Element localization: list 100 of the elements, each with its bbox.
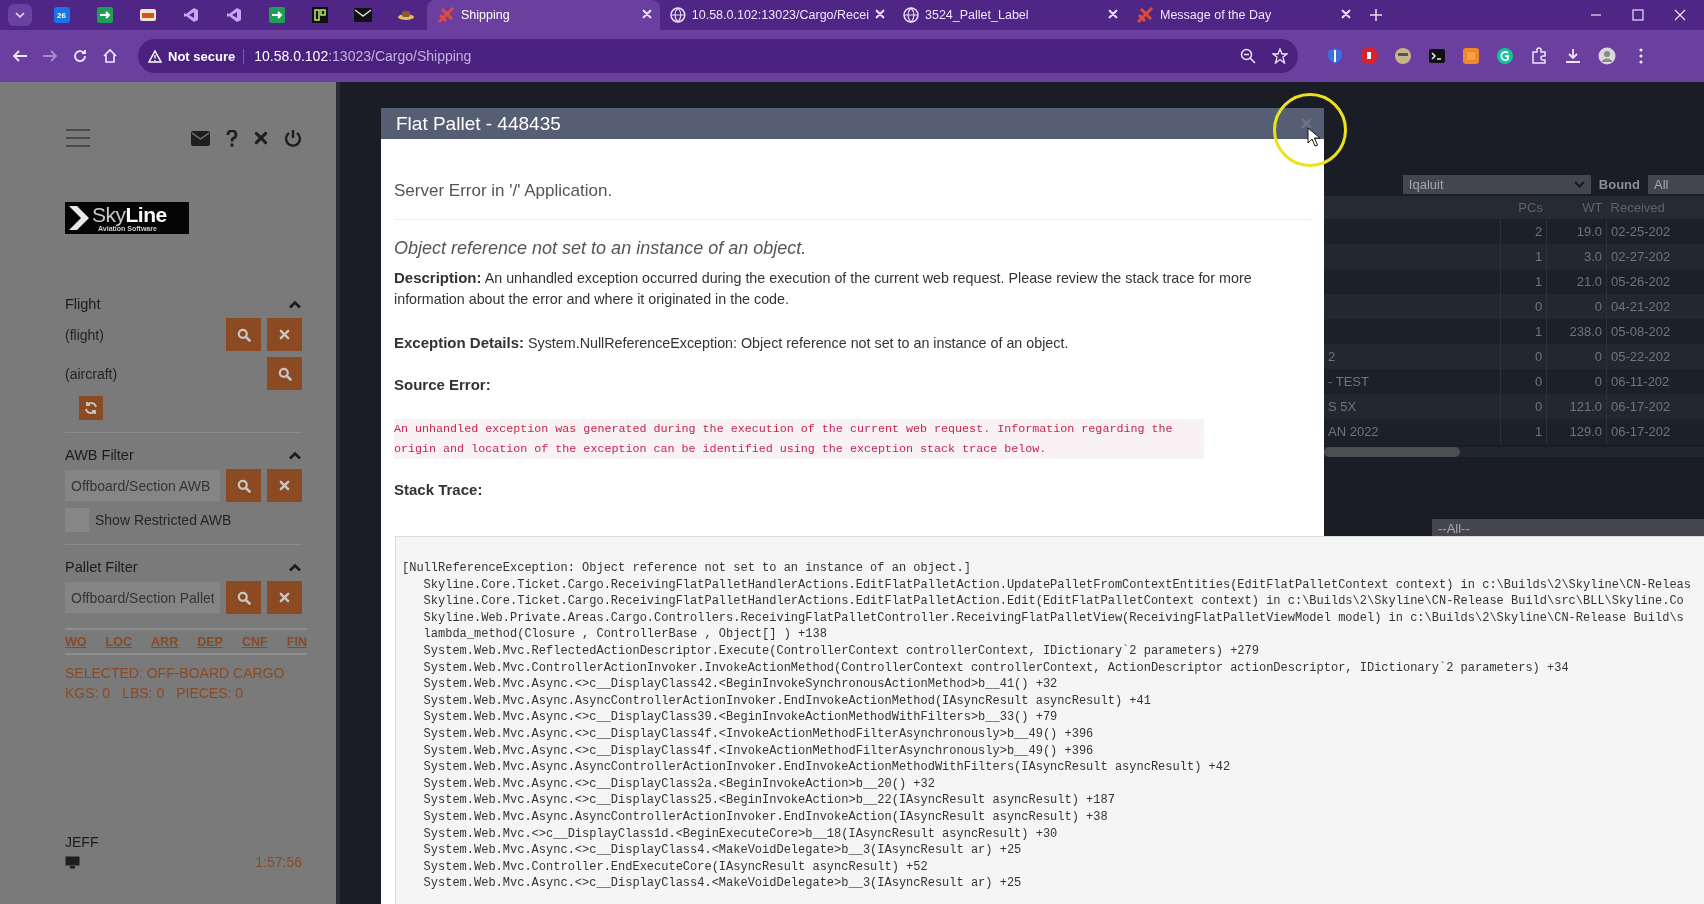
browser-tab[interactable]: 3524_Pallet_Label	[893, 0, 1126, 30]
reload-icon[interactable]	[72, 48, 88, 64]
awb-input[interactable]: Offboard/Section AWB	[65, 470, 220, 501]
browser-tab[interactable]: 10.58.0.102:13023/Cargo/Recei	[660, 0, 893, 30]
power-icon[interactable]	[284, 129, 302, 147]
star-icon[interactable]	[1272, 48, 1288, 64]
browser-tab[interactable]: Message of the Day	[1126, 0, 1359, 30]
tab-search-button[interactable]	[8, 4, 32, 26]
stop-icon[interactable]	[1360, 47, 1378, 65]
table-cell: 121.0	[1569, 399, 1603, 414]
download-icon[interactable]	[1564, 47, 1582, 65]
stack-line: System.Web.Mvc.Async.AsyncControllerActionInvoker.EndInvokeActionMethodWithFilters(IAsyncResult asyncResult) +42	[422, 759, 1232, 776]
table-cell: 1	[1535, 424, 1543, 439]
bound-select[interactable]: All	[1648, 174, 1704, 194]
home-icon[interactable]	[102, 48, 118, 64]
table-cell: 1	[1535, 274, 1543, 289]
search-icon	[277, 366, 292, 381]
station-select[interactable]: Iqaluit	[1402, 174, 1591, 194]
table-cell: 0	[1594, 299, 1603, 314]
table-cell: 05-22-202	[1611, 349, 1671, 364]
browser-tab[interactable]: Shipping	[427, 0, 660, 30]
table-cell: S 5X	[1328, 399, 1357, 414]
stack-line: System.Web.Mvc.Async.<>c__DisplayClass42.<BeginInvokeSynchronousActionMethod>b__41() +32	[422, 676, 1059, 693]
security-chip[interactable]: Not secure	[148, 48, 245, 64]
caret-icon[interactable]	[288, 450, 302, 460]
table-cell: 0	[1594, 349, 1603, 364]
total-text: KGS: 0	[65, 685, 111, 701]
search-button[interactable]	[226, 469, 261, 502]
close-icon	[1341, 9, 1351, 19]
close-icon	[642, 9, 652, 19]
error-description: Description: An unhandled exception occurred during the execution of the current web request. Please review the stack trace for more information about the error and where it originated in the code.	[394, 268, 1253, 309]
table-cell: 19.0	[1576, 224, 1603, 239]
close-icon	[279, 329, 290, 340]
maximize-icon[interactable]	[1632, 9, 1644, 21]
scrollbar[interactable]	[1324, 447, 1704, 457]
plane-icon	[1136, 6, 1154, 24]
checkbox-label: Show Restricted AWB	[95, 512, 232, 528]
puzzle-icon[interactable]	[1530, 47, 1548, 65]
close-icon[interactable]	[1674, 9, 1686, 21]
column-header[interactable]: Received	[1606, 196, 1704, 219]
monitor-icon	[65, 855, 80, 869]
stack-line: System.Web.Mvc.Async.<>c__DisplayClass4.<MakeVoidDelegate>b__3(IAsyncResult ar) +25	[422, 875, 1023, 892]
section-label: Source Error:	[394, 376, 492, 393]
grammar-icon[interactable]	[1496, 47, 1514, 65]
address-bar[interactable]: Not secure 10.58.0.102:13023/Cargo/Shipping	[138, 39, 1298, 73]
close-icon	[875, 9, 885, 19]
clear-button[interactable]	[267, 318, 302, 351]
table-cell: 02-25-202	[1611, 224, 1671, 239]
stack-line: Skyline.Core.Ticket.Cargo.ReceivingFlatPalletHandlerActions.EditFlatPalletAction.Edit(EditFlatPalletContext context) in c:\Builds\2\Skyline\CN-Release Build\src\BLL\Skyline.Co	[422, 593, 1685, 610]
studio-icon	[182, 7, 199, 23]
table-cell: - TEST	[1328, 374, 1369, 389]
stack-line: [NullReferenceException: Object reference not set to an instance of an object.]	[402, 560, 972, 577]
stack-line: System.Web.Mvc.Async.AsyncControllerActionInvoker.EndInvokeAction(IAsyncResult asyncResult) +38	[422, 808, 1109, 826]
table-cell: 1	[1535, 249, 1543, 264]
forward-icon[interactable]	[42, 48, 58, 64]
stack-line: Skyline.Web.Private.Areas.Cargo.Controllers.ReceivingFlatPalletController.ReceivingFlatPalletView(ReceivingFlatPalletViewModel model) in c:\Builds\2\Skyline\CN-Release Build\s	[422, 609, 1685, 627]
new-tab-icon[interactable]	[1369, 8, 1383, 22]
cursor-icon	[1307, 127, 1321, 147]
table-cell: 1	[1535, 324, 1543, 339]
search-icon	[236, 478, 251, 493]
globe-icon	[903, 7, 919, 23]
table-cell: 0	[1535, 399, 1543, 414]
avatar-icon[interactable]	[1598, 47, 1616, 65]
clear-button[interactable]	[267, 581, 302, 614]
refresh-button[interactable]	[79, 396, 103, 420]
extension-tile-icon[interactable]	[1462, 47, 1480, 65]
mail-icon	[353, 8, 372, 22]
search-button[interactable]	[267, 357, 302, 390]
column-header[interactable]: WT	[1546, 196, 1607, 219]
aircraft-label: (aircraft)	[65, 365, 119, 382]
search-button[interactable]	[226, 581, 261, 614]
error-message: Object reference not set to an instance of an object.	[394, 238, 808, 259]
table-cell: 238.0	[1569, 324, 1603, 339]
caret-icon[interactable]	[288, 299, 302, 309]
section-title: AWB Filter	[65, 447, 134, 463]
stack-line: System.Web.Mvc.Async.<>c__DisplayClass25.<BeginInvokeAction>b__22(IAsyncResult asyncResult) +187	[422, 792, 1116, 809]
exception-text: Exception Details: System.NullReferenceException: Object reference not set to an instance of an object.	[394, 333, 1070, 353]
pinned-tab[interactable]: 26	[40, 0, 83, 30]
caret-icon[interactable]	[288, 562, 302, 572]
close-icon	[1108, 9, 1118, 19]
table-cell: AN 2022	[1328, 424, 1379, 439]
stack-line: System.Web.Mvc.Async.<>c__DisplayClass39.<BeginInvokeActionMethodWithFilters>b__33() +79	[422, 709, 1059, 726]
back-icon[interactable]	[12, 48, 28, 64]
table-cell: 04-21-202	[1611, 299, 1671, 314]
stack-line: System.Web.Mvc.ReflectedActionDescriptor.Execute(ControllerContext controllerContext, IDictionary`2 parameters) +279	[422, 642, 1260, 660]
search-button[interactable]	[226, 318, 261, 351]
badge-icon	[138, 7, 157, 23]
studio-icon	[225, 7, 242, 23]
table-cell: 2	[1328, 349, 1336, 364]
mail-icon[interactable]	[191, 130, 210, 146]
shield-icon[interactable]	[1326, 47, 1344, 65]
column-header[interactable]: PCs	[1500, 196, 1547, 219]
stack-line: Skyline.Core.Ticket.Cargo.ReceivingFlatPalletHandlerActions.EditFlatPalletAction.UpdatePalletFromContextEntities(EditFlatPalletContext context) in c:\Builds\2\Skyline\CN-Releas	[422, 576, 1692, 594]
zoom-icon[interactable]	[1240, 48, 1256, 64]
stack-line: System.Web.Mvc.ControllerActionInvoker.InvokeActionMethod(ControllerContext controllerContext, ActionDescriptor actionDescriptor, IDictionary`2 parameters) +34	[422, 659, 1570, 677]
pallet-input[interactable]: Offboard/Section Pallet	[65, 582, 220, 613]
stack-line: System.Web.Mvc.Controller.EndExecuteCore(IAsyncResult asyncResult) +52	[422, 858, 929, 876]
clear-button[interactable]	[267, 469, 302, 502]
help-icon[interactable]	[226, 129, 238, 147]
terminal-icon[interactable]	[1428, 47, 1446, 65]
